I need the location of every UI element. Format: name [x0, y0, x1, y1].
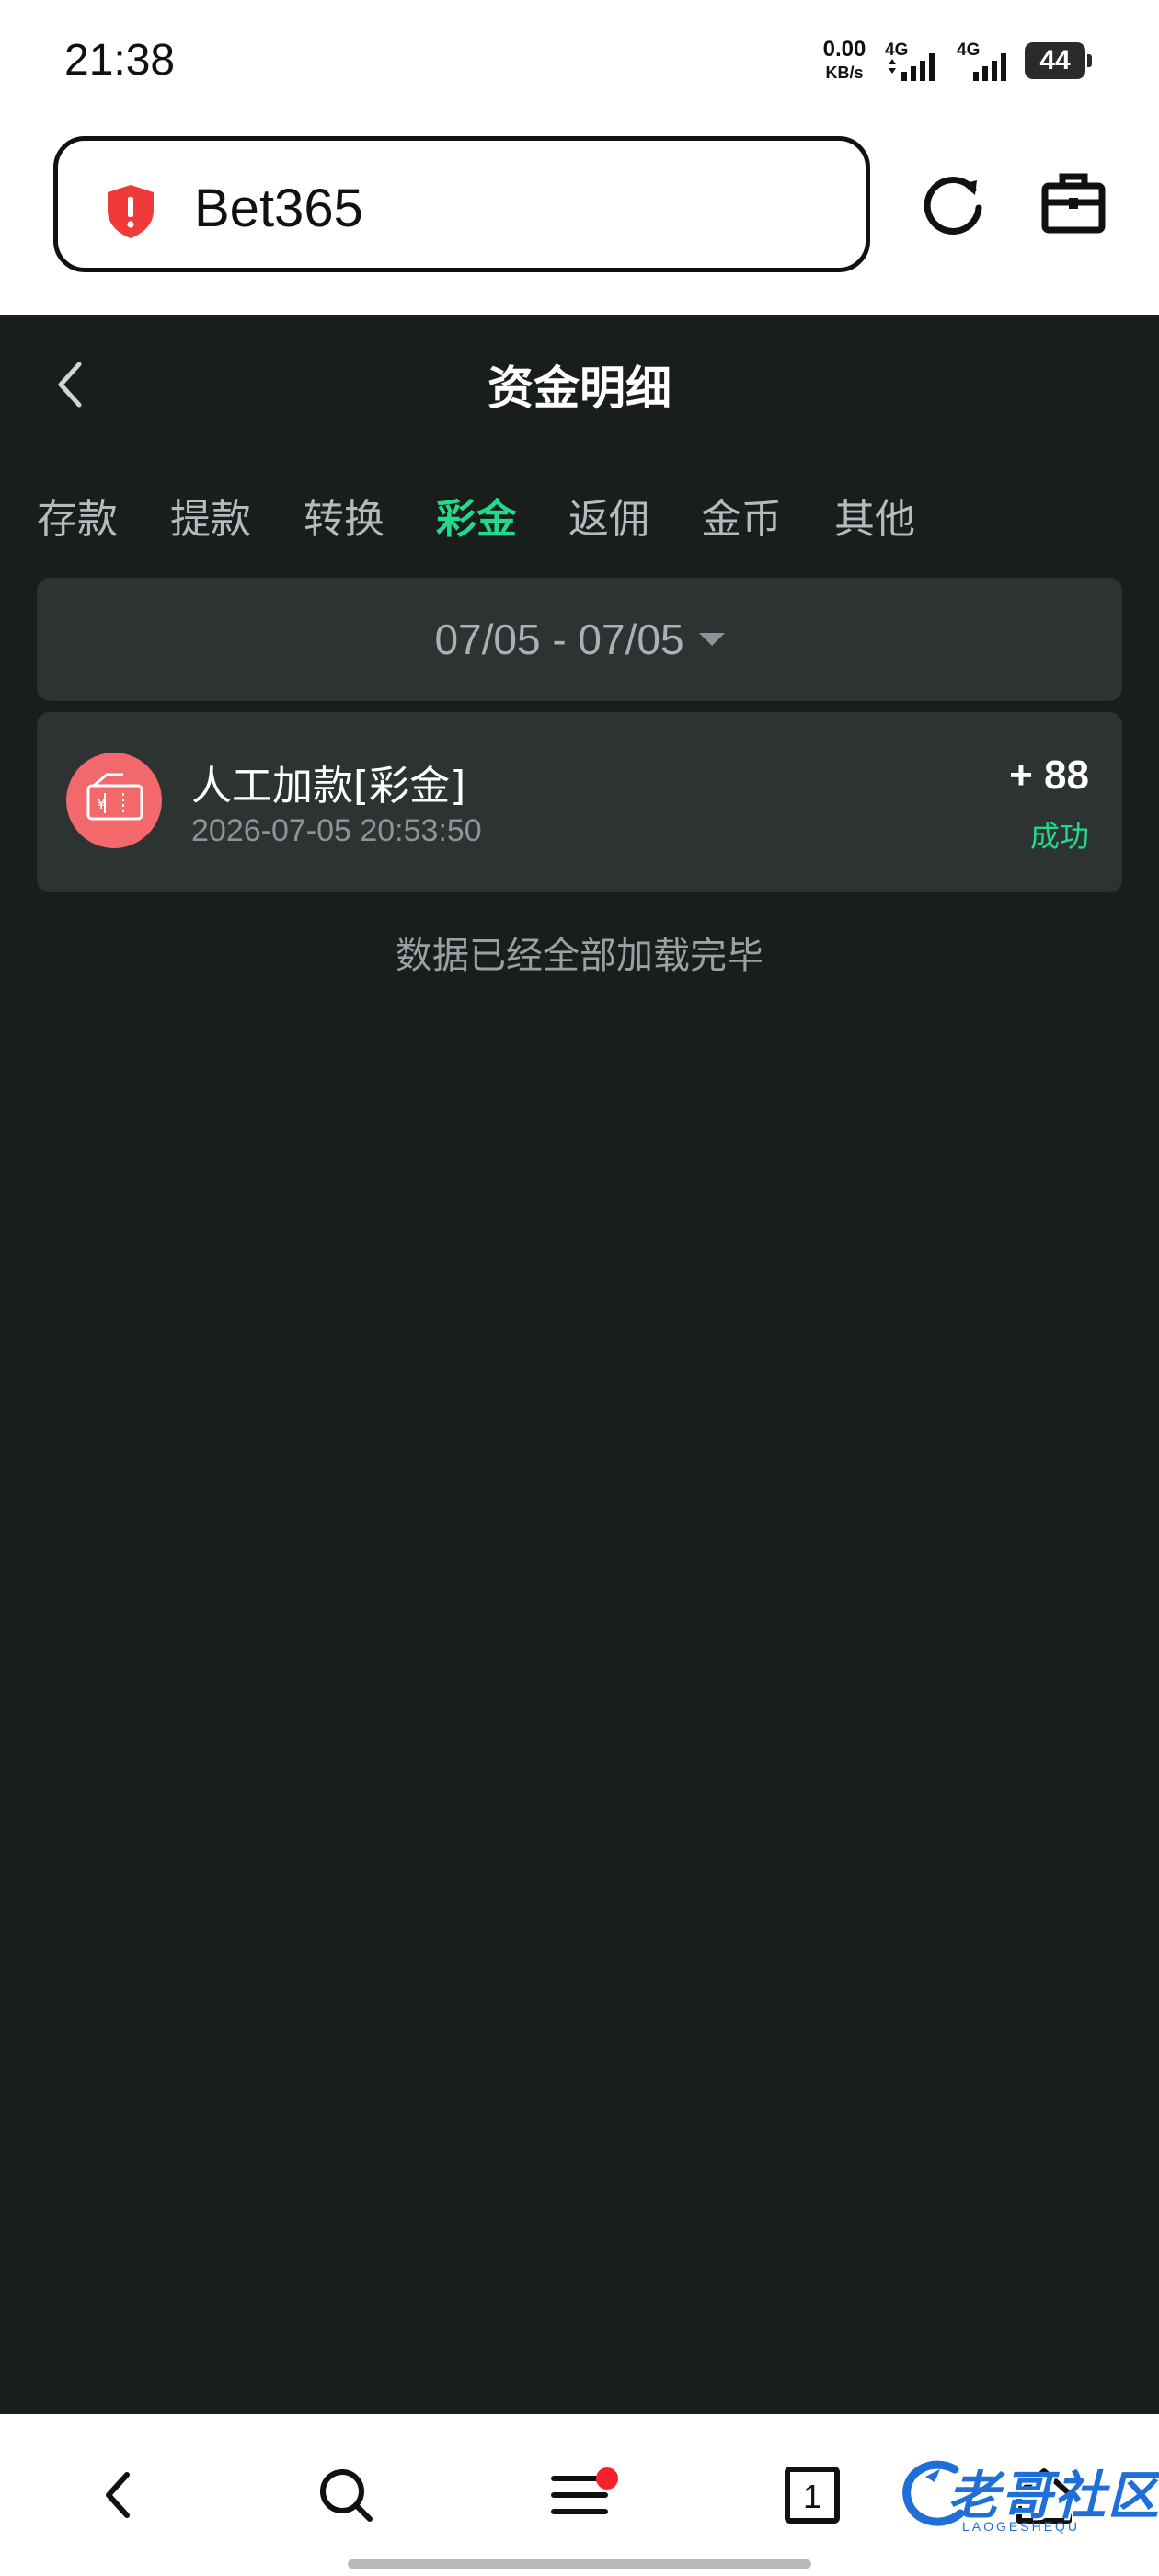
tab-rebate[interactable]: 返佣 — [568, 486, 657, 545]
shield-alert-icon[interactable] — [104, 183, 157, 244]
battery-level: 44 — [1039, 45, 1071, 75]
tab-bonus[interactable]: 彩金 — [436, 486, 524, 545]
date-range[interactable]: 07/05 - 07/05 — [37, 615, 1122, 664]
record-status: 成功 — [1029, 819, 1089, 854]
watermark-logo: 老哥社区 LAOGESHEQU — [898, 2449, 1159, 2541]
site-name[interactable]: Bet365 — [194, 178, 363, 239]
transaction-record[interactable]: ¥ 人工加款[彩金] 2026-07-05 20:53:50 + 88 成功 — [37, 712, 1122, 892]
date-range-filter[interactable]: 07/05 - 07/05 — [37, 578, 1122, 701]
status-time: 21:38 — [64, 36, 176, 85]
page-title: 资金明细 — [488, 362, 671, 415]
reload-icon[interactable] — [916, 167, 990, 245]
record-time: 2026-07-05 20:53:50 — [191, 813, 482, 848]
record-amount: + 88 — [1009, 753, 1089, 798]
bottom-navigation: 1 老哥社区 LAOGESHEQU — [0, 2414, 1159, 2576]
date-range-text: 07/05 - 07/05 — [434, 615, 684, 663]
address-bar[interactable]: Bet365 — [53, 136, 870, 272]
tab-withdraw[interactable]: 提款 — [170, 486, 258, 545]
back-icon[interactable] — [92, 2466, 143, 2528]
toolbox-icon[interactable] — [1038, 167, 1111, 245]
browser-toolbar: Bet365 — [0, 127, 1159, 315]
battery-icon: 44 — [1025, 42, 1092, 79]
home-indicator[interactable] — [348, 2559, 811, 2569]
status-bar: 21:38 0.00 KB/s 4G 4G 44 — [0, 0, 1159, 127]
watermark-subtext: LAOGESHEQU — [962, 2519, 1081, 2534]
search-icon[interactable] — [316, 2466, 375, 2528]
watermark-text: 老哥社区 — [947, 2467, 1159, 2526]
svg-text:¥: ¥ — [97, 795, 106, 812]
caret-down-icon — [698, 632, 725, 646]
tabs-icon[interactable]: 1 — [784, 2466, 841, 2528]
tab-deposit[interactable]: 存款 — [37, 486, 125, 545]
network-speed-value: 0.00 — [822, 37, 866, 62]
sim2-signal-icon: 4G — [957, 40, 1025, 85]
tab-other[interactable]: 其他 — [834, 486, 923, 545]
sim1-signal-icon: 4G — [885, 40, 953, 85]
network-speed: 0.00 KB/s — [815, 37, 874, 82]
red-envelope-icon: ¥ — [66, 753, 162, 852]
end-of-list-note: 数据已经全部加载完毕 — [396, 935, 763, 977]
tab-count: 1 — [803, 2478, 821, 2515]
record-title: 人工加款[彩金] — [191, 763, 466, 810]
network-speed-unit: KB/s — [825, 63, 864, 82]
tab-transfer[interactable]: 转换 — [304, 486, 392, 545]
tab-coins[interactable]: 金币 — [701, 486, 789, 545]
notification-dot — [596, 2467, 618, 2490]
